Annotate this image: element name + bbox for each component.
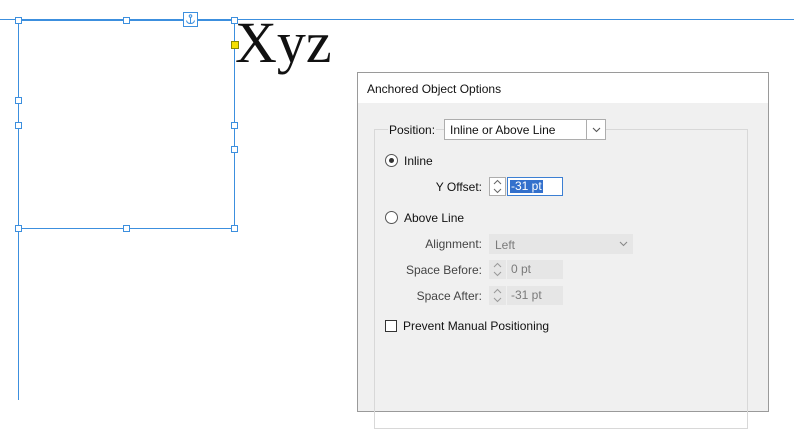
prevent-manual-positioning-checkbox[interactable] [385,320,397,332]
handle-top-center[interactable] [123,17,130,24]
anchor-icon[interactable] [183,12,198,27]
sample-text[interactable]: Xyz [235,8,332,78]
up-down-arrows-icon [493,288,502,303]
above-line-radio[interactable] [385,211,398,224]
dialog-title: Anchored Object Options [367,82,502,96]
anchored-object-options-dialog: Anchored Object Options Position: Inline… [357,72,769,429]
above-line-label[interactable]: Above Line [404,211,464,225]
alignment-select[interactable]: Left [489,234,633,254]
handle-bottom-right[interactable] [231,225,238,232]
y-offset-stepper[interactable] [489,177,506,196]
frame-edge-left [18,20,19,400]
alignment-select-value: Left [495,238,516,252]
options-group-box [374,129,748,429]
position-label: Position: [388,123,437,137]
y-offset-value: -31 pt [510,179,543,193]
space-after-value: -31 pt [511,288,542,302]
handle-mid-right-2[interactable] [231,146,238,153]
up-down-arrows-icon [493,262,502,277]
space-before-value: 0 pt [511,262,532,276]
handle-bottom-left[interactable] [15,225,22,232]
up-down-arrows-icon [493,179,502,194]
position-select-value: Inline or Above Line [450,123,556,137]
position-select[interactable]: Inline or Above Line [444,119,606,140]
y-offset-label: Y Offset: [435,180,482,194]
dialog-titlebar[interactable]: Anchored Object Options [358,73,768,103]
chevron-down-icon [614,235,632,253]
space-before-input[interactable]: 0 pt [507,260,563,279]
handle-bottom-center[interactable] [123,225,130,232]
handle-mid-right[interactable] [231,122,238,129]
space-before-label: Space Before: [405,263,482,277]
space-after-label: Space After: [416,289,482,303]
space-before-stepper[interactable] [489,260,506,279]
y-offset-input[interactable]: -31 pt [507,177,563,196]
prevent-manual-positioning-label[interactable]: Prevent Manual Positioning [403,319,549,333]
handle-top-left[interactable] [15,17,22,24]
space-after-input[interactable]: -31 pt [507,286,563,305]
alignment-label: Alignment: [425,237,482,251]
handle-mid-left[interactable] [15,97,22,104]
handle-mid-left-2[interactable] [15,122,22,129]
space-after-stepper[interactable] [489,286,506,305]
chevron-down-icon [586,120,605,139]
inline-label[interactable]: Inline [404,154,433,168]
inline-radio[interactable] [385,154,398,167]
